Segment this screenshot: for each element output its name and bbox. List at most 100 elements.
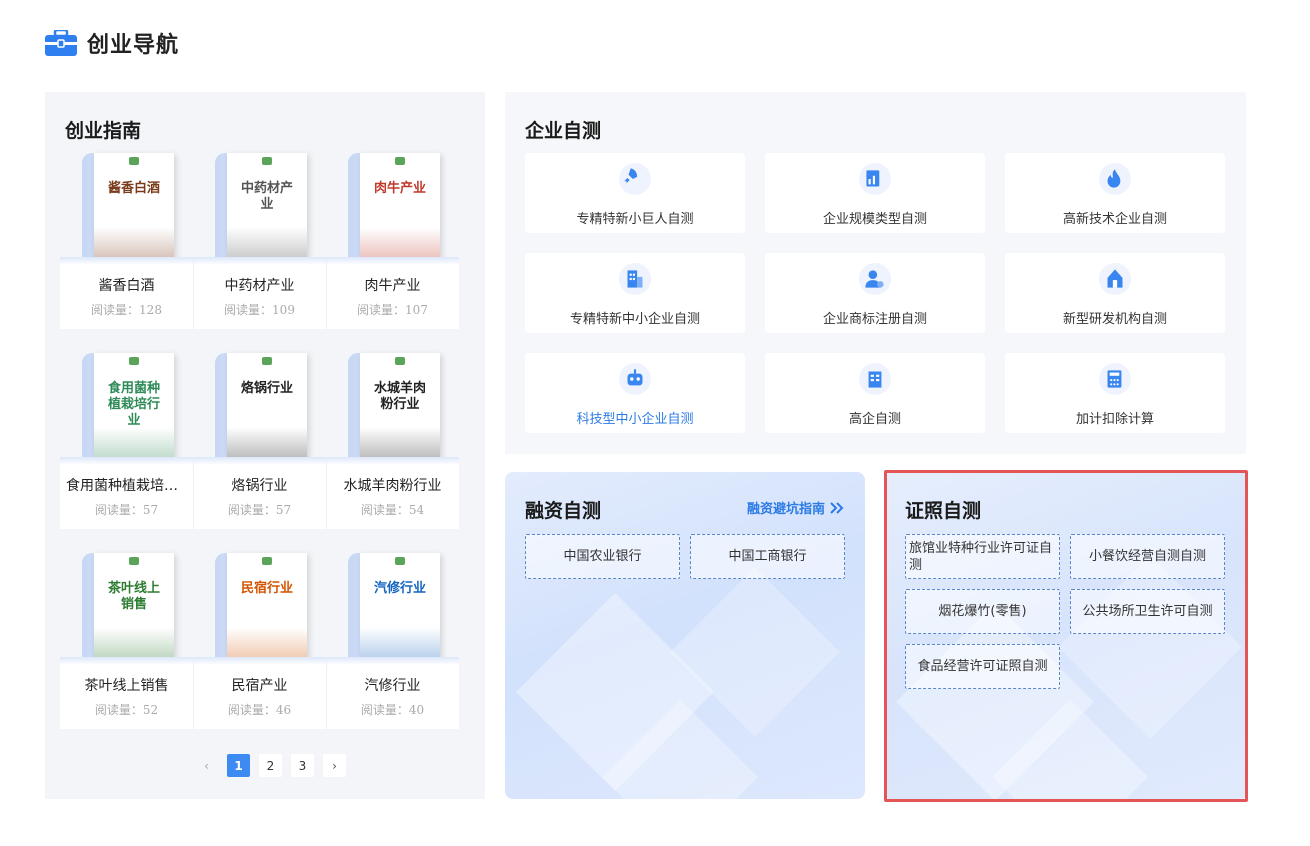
book-name: 肉牛产业	[364, 278, 421, 294]
selftest-tile[interactable]: 企业规模类型自测	[765, 153, 985, 233]
office-icon	[859, 363, 891, 395]
book-info: 民宿产业 阅读量：46	[193, 657, 326, 729]
license-small-catering-button[interactable]: 小餐饮经营自测自测	[1070, 534, 1225, 579]
guide-panel: 创业指南 酱香白酒 酱香白酒 阅读量：128 中药材产业 中药材产业 阅读量：109 肉牛产…	[45, 92, 485, 799]
bank-abc-button[interactable]: 中国农业银行	[525, 534, 680, 579]
selftest-tile-label: 企业规模类型自测	[822, 212, 927, 227]
book-cover-wrap: 汽修行业	[348, 553, 442, 661]
book-cover-wrap: 酱香白酒	[82, 153, 176, 261]
user-badge-icon	[859, 263, 891, 295]
selftest-tile-label: 加计扣除计算	[1075, 412, 1154, 427]
book-cover-image	[360, 427, 440, 461]
book-cover-title: 肉牛产业	[373, 181, 426, 196]
license-hotel-button[interactable]: 旅馆业特种行业许可证自测	[905, 534, 1060, 579]
book-cover-wrap: 中药材产业	[215, 153, 309, 261]
card-divider	[193, 661, 194, 729]
book-cover-image	[94, 627, 174, 661]
book-cover-title: 茶叶线上销售	[107, 581, 160, 612]
prev-page-button[interactable]: ‹	[195, 754, 218, 777]
book-cover-title: 食用菌种植栽培行业	[107, 381, 160, 428]
card-divider	[193, 461, 194, 529]
finance-guide-link[interactable]: 融资避坑指南	[747, 498, 845, 517]
book-card[interactable]: 民宿行业民宿产业 阅读量：46	[193, 553, 326, 729]
card-divider	[326, 461, 327, 529]
chart-doc-icon	[859, 163, 891, 195]
book-card[interactable]: 肉牛产业 肉牛产业 阅读量：107	[326, 153, 459, 329]
selftest-tile[interactable]: 专精特新小巨人自测	[525, 153, 745, 233]
book-info: 中药材产业阅读量：109	[193, 257, 326, 329]
book-cover-wrap: 肉牛产业	[348, 153, 442, 261]
page-3-button[interactable]: 3	[291, 754, 314, 777]
publisher-logo	[395, 557, 405, 565]
book-info: 茶叶线上销售 阅读量：52	[60, 657, 193, 729]
double-chevron-icon	[830, 501, 844, 514]
finance-title: 融资自测	[525, 500, 602, 522]
book-card[interactable]: 茶叶线上销售茶叶线上销售 阅读量：52	[60, 553, 193, 729]
calculator-icon	[1099, 363, 1131, 395]
selftest-panel: 企业自测 专精特新小巨人自测 企业规模类型自测 高新技术企业自测 专精特新中小企业自测…	[505, 92, 1246, 454]
book-read-count: 阅读量：109	[224, 303, 295, 317]
selftest-tile-label: 科技型中小企业自测	[576, 412, 694, 427]
selftest-tile[interactable]: 专精特新中小企业自测	[525, 253, 745, 333]
book-info: 汽修行业 阅读量：40	[326, 657, 459, 729]
book-name: 中药材产业	[224, 278, 295, 294]
page-1-button[interactable]: 1	[227, 754, 250, 777]
license-public-hygiene-button[interactable]: 公共场所卫生许可自测	[1070, 589, 1225, 634]
book-read-count: 阅读量：128	[91, 303, 162, 317]
book-cover: 汽修行业	[360, 553, 440, 661]
book-card[interactable]: 烙锅行业烙锅行业 阅读量：57	[193, 353, 326, 529]
briefcase-icon	[45, 30, 77, 56]
book-info: 酱香白酒 阅读量：128	[60, 257, 193, 329]
rocket-icon	[619, 163, 651, 195]
book-cover-wrap: 食用菌种植栽培行业	[82, 353, 176, 461]
publisher-logo	[262, 157, 272, 165]
book-cover-wrap: 民宿行业	[215, 553, 309, 661]
book-cover: 肉牛产业	[360, 153, 440, 261]
book-card[interactable]: 汽修行业 汽修行业 阅读量：40	[326, 553, 459, 729]
book-cover-image	[94, 227, 174, 261]
selftest-tile-label: 高企自测	[848, 412, 901, 427]
book-cover-image	[227, 227, 307, 261]
selftest-tile-label: 新型研发机构自测	[1062, 312, 1167, 327]
selftest-tile[interactable]: 加计扣除计算	[1005, 353, 1225, 433]
page-2-button[interactable]: 2	[259, 754, 282, 777]
book-info: 食用菌种植栽培行业 阅读量：57	[60, 457, 193, 529]
book-card[interactable]: 食用菌种植栽培行业食用菌种植栽培行业 阅读量：57	[60, 353, 193, 529]
card-divider	[193, 261, 194, 329]
bank-icbc-button[interactable]: 中国工商银行	[690, 534, 845, 579]
building-icon	[619, 263, 651, 295]
book-read-count: 阅读量：57	[94, 503, 159, 517]
book-card[interactable]: 酱香白酒 酱香白酒 阅读量：128	[60, 153, 193, 329]
selftest-tile[interactable]: 高企自测	[765, 353, 985, 433]
book-cover-title: 民宿行业	[240, 581, 293, 596]
selftest-tile[interactable]: 科技型中小企业自测	[525, 353, 745, 433]
publisher-logo	[262, 557, 272, 565]
publisher-logo	[395, 157, 405, 165]
page-header: 创业导航	[45, 26, 179, 60]
flame-icon	[1099, 163, 1131, 195]
license-title: 证照自测	[905, 500, 982, 522]
selftest-tile-label: 高新技术企业自测	[1062, 212, 1167, 227]
book-cover-image	[360, 227, 440, 261]
finance-guide-label: 融资避坑指南	[746, 502, 825, 517]
license-food-button[interactable]: 食品经营许可证照自测	[905, 644, 1060, 689]
selftest-tile-label: 专精特新小巨人自测	[576, 212, 694, 227]
license-fireworks-button[interactable]: 烟花爆竹(零售)	[905, 589, 1060, 634]
book-read-count: 阅读量：40	[360, 703, 425, 717]
book-cover-wrap: 水城羊肉粉行业	[348, 353, 442, 461]
book-cover: 酱香白酒	[94, 153, 174, 261]
book-cover-title: 水城羊肉粉行业	[373, 381, 426, 412]
book-cover-title: 烙锅行业	[240, 381, 293, 396]
book-info: 水城羊肉粉行业 阅读量：54	[326, 457, 459, 529]
book-cover-wrap: 茶叶线上销售	[82, 553, 176, 661]
selftest-tile[interactable]: 高新技术企业自测	[1005, 153, 1225, 233]
next-page-button[interactable]: ›	[323, 754, 346, 777]
book-cover-image	[94, 427, 174, 461]
book-card[interactable]: 中药材产业 中药材产业 阅读量：109	[193, 153, 326, 329]
book-read-count: 阅读量：107	[357, 303, 428, 317]
book-card[interactable]: 水城羊肉粉行业水城羊肉粉行业 阅读量：54	[326, 353, 459, 529]
selftest-tile[interactable]: 企业商标注册自测	[765, 253, 985, 333]
selftest-tile[interactable]: 新型研发机构自测	[1005, 253, 1225, 333]
book-cover: 烙锅行业	[227, 353, 307, 461]
book-info: 烙锅行业 阅读量：57	[193, 457, 326, 529]
